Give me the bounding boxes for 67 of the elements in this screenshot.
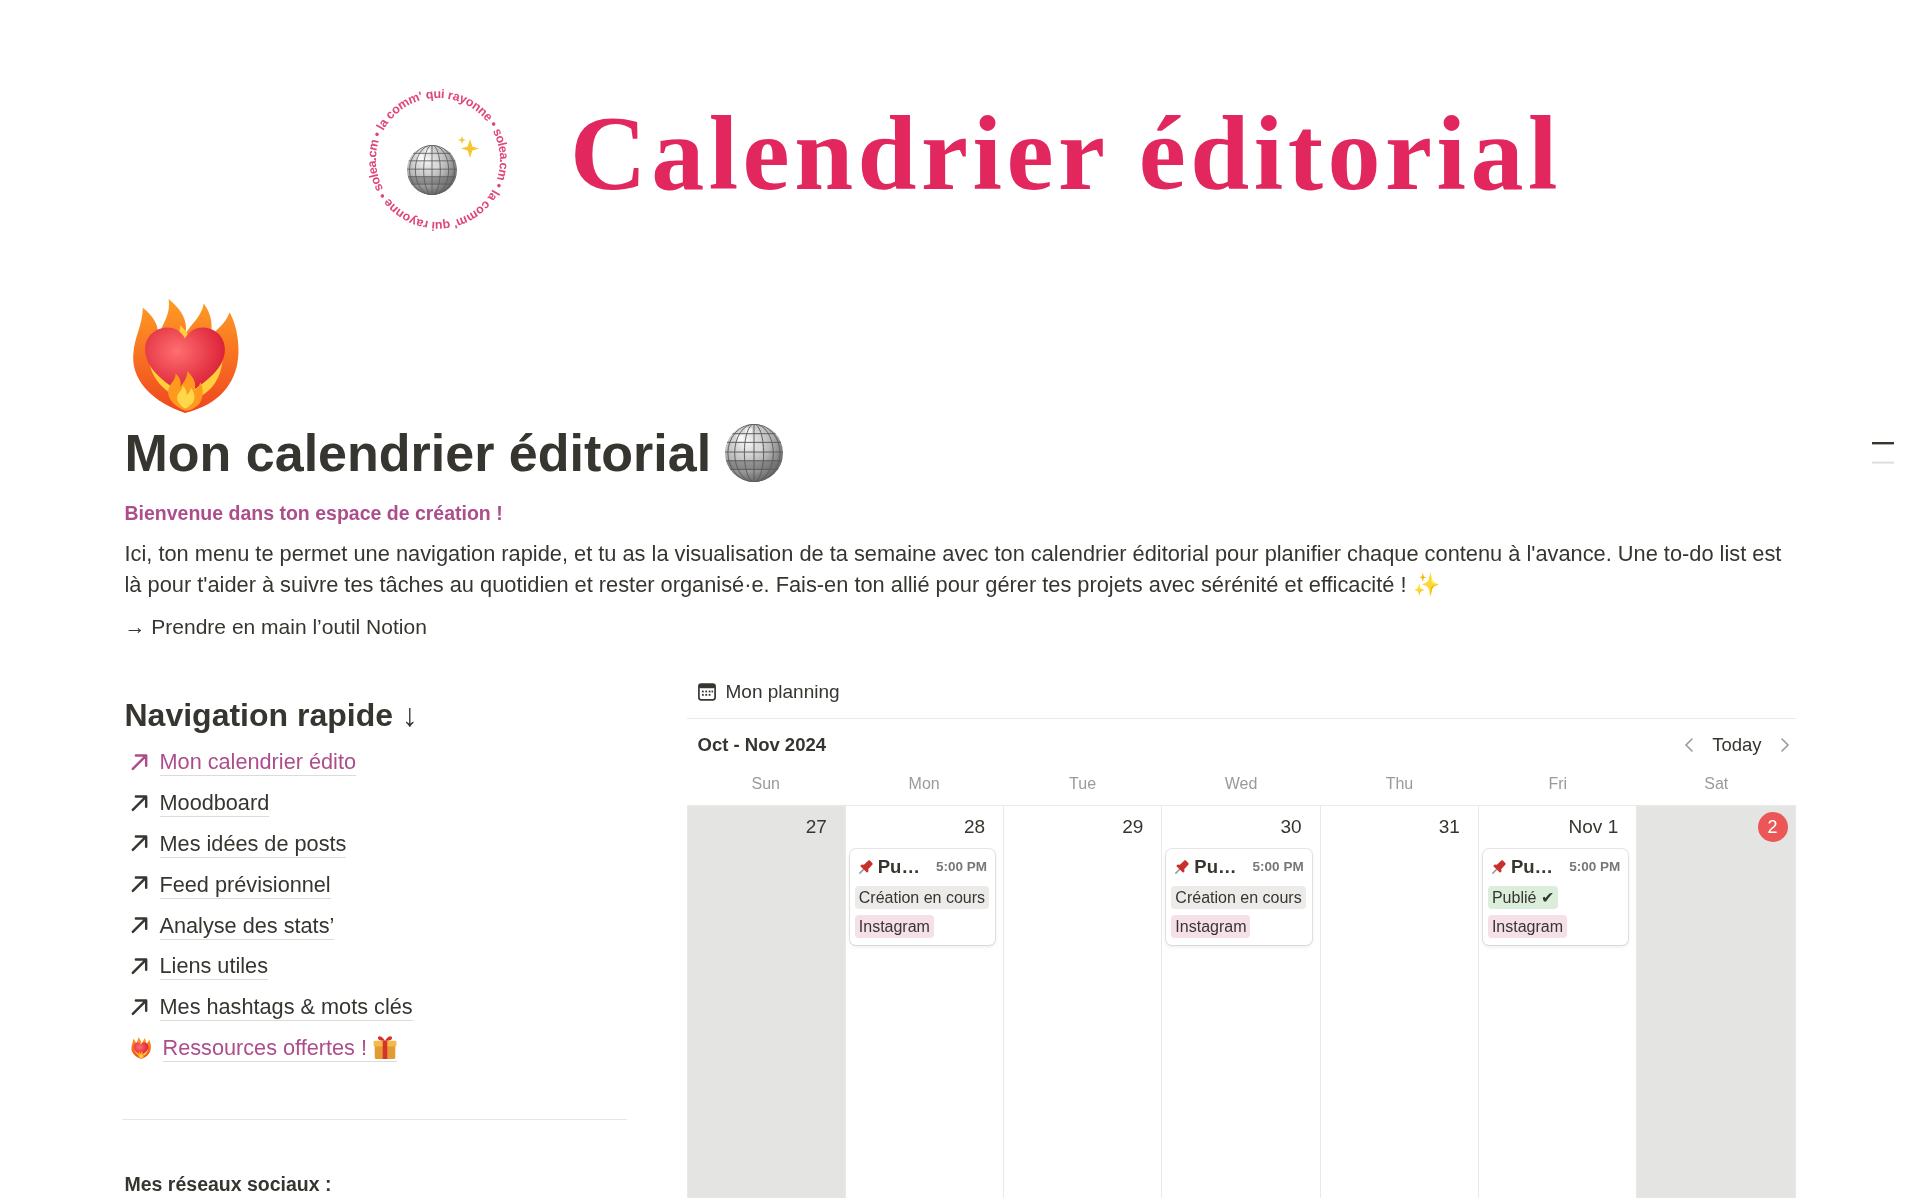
gift-icon [373,1035,398,1060]
banner-title: Calendrier éditorial [570,101,1562,207]
flaming-heart-icon [130,1036,151,1059]
day-number: Nov 1 [1568,815,1619,839]
nav-link[interactable]: Mon calendrier édito [159,748,356,777]
calendar-icon [697,683,716,701]
event-title: Pu… [1510,855,1554,880]
event-tag: Création en cours [1171,886,1306,909]
event-time: 5:00 PM [1569,857,1622,876]
nav-link[interactable]: Analyse des stats’ [159,911,335,940]
weekday-label: Mon [908,774,940,794]
day-number: 31 [1438,815,1460,839]
weekday-label: Wed [1224,774,1258,794]
day-number: 2 [1757,812,1788,842]
event-tag: Publié ✔ [1487,886,1558,909]
weekday-label: Sun [751,774,780,794]
arrow-icon [130,957,148,975]
intro-paragraph: Ici, ton menu te permet une navigation rapide, et tu as la visualisation de ta semaine avec ton calendrier éditorial pour planifier chaque contenu à l'avance. Une to-do list est là pour t'aider à suivre tes tâches au quotidien et rester organisé·e. Fais-en ton allié pour gérer tes projets avec sérénité et efficacité ! ✨ [124,540,1783,599]
weekday-label: Thu [1385,774,1414,794]
nav-link[interactable]: Mes idées de posts [159,830,347,858]
nav-link[interactable]: Feed prévisionnel [159,870,331,899]
arrow-icon [130,917,148,935]
today-button[interactable]: Today [1708,732,1766,758]
event-tag: Instagram [854,915,934,938]
calendar-title: Mon planning [725,680,840,704]
arrow-icon [130,998,148,1016]
day-number: 30 [1280,815,1302,839]
outline-lines-icon[interactable] [1872,442,1894,464]
month-range: Oct - Nov 2024 [697,733,827,758]
nav-link[interactable]: Ressources offertes ! [162,1033,398,1062]
arrow-icon [130,753,148,771]
sparkle-icon [458,136,480,158]
nav-link[interactable]: Mes hashtags & mots clés [159,993,413,1022]
flaming-heart-icon [130,298,239,414]
event-card[interactable]: Pu… 5:00 PM Création en cours Instagram [849,849,996,945]
day-number: 28 [963,815,986,839]
nav-link[interactable]: Moodboard [159,789,270,818]
day-number: 27 [805,815,827,839]
event-tag: Création en cours [854,886,990,909]
disco-ball-icon [407,145,458,195]
event-title: Pu… [1194,855,1237,880]
event-card[interactable]: Pu… 5:00 PM Publié ✔ Instagram [1482,849,1629,945]
disco-ball-icon [725,424,784,482]
chevron-right-icon[interactable] [1779,737,1790,753]
arrow-icon [130,835,148,853]
weekday-label: Fri [1548,774,1568,794]
arrow-icon [130,876,148,894]
event-tag: Instagram [1171,915,1251,938]
event-card[interactable]: Pu… 5:00 PM Création en cours Instagram [1166,849,1312,945]
pushpin-icon [858,860,873,874]
pushpin-icon [1175,860,1190,874]
arrow-icon [130,794,148,812]
event-time: 5:00 PM [936,857,989,876]
section-heading: Navigation rapide ↓ [124,696,418,735]
day-number: 29 [1122,815,1144,839]
guide-text: → Prendre en main l’outil Notion [124,614,427,640]
pushpin-icon [1491,860,1506,874]
page-title: Mon calendrier éditorial [124,424,712,482]
weekday-label: Sat [1704,774,1729,794]
event-title: Pu… [877,855,920,880]
event-time: 5:00 PM [1252,857,1305,876]
section-heading: Mes réseaux sociaux : [124,1172,332,1198]
nav-link[interactable]: Liens utiles [159,952,268,981]
event-tag: Instagram [1487,915,1568,938]
chevron-left-icon[interactable] [1684,737,1695,753]
subtitle: Bienvenue dans ton espace de création ! [124,501,504,526]
weekday-label: Tue [1069,774,1097,794]
